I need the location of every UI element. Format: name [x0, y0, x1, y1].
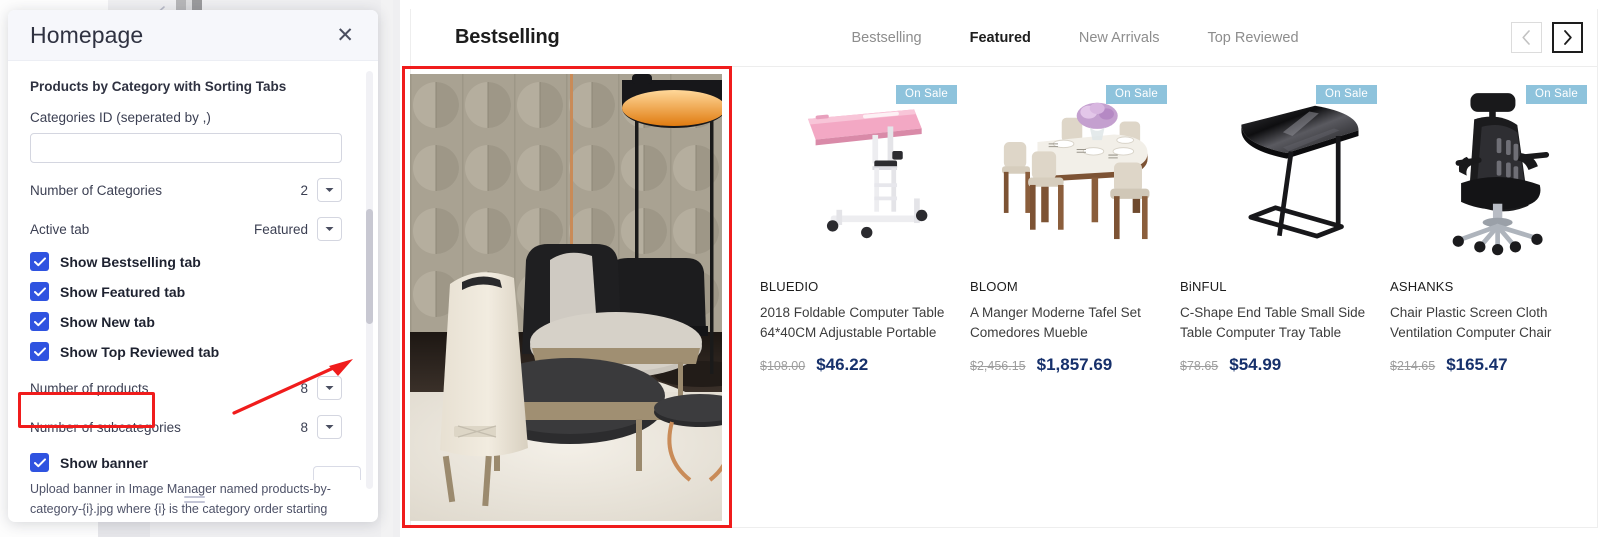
product-price-new: $46.22 [816, 354, 869, 374]
product-image: On Sale [1180, 81, 1383, 259]
category-banner[interactable] [402, 66, 736, 528]
row-value: 8 [300, 380, 308, 396]
checkbox-checked-icon[interactable] [30, 252, 49, 271]
product-price-old: $214.65 [1390, 358, 1436, 373]
tab-new-arrivals[interactable]: New Arrivals [1055, 30, 1184, 46]
row-label: Number of products [30, 380, 149, 396]
sorting-tabs: Bestselling Featured New Arrivals Top Re… [828, 30, 1323, 46]
banner-image [410, 74, 722, 521]
product-prices: $78.65 $54.99 [1180, 355, 1383, 375]
carousel-nav [1511, 22, 1583, 53]
checkbox-checked-icon[interactable] [30, 312, 49, 331]
panel-header: Homepage ✕ [8, 10, 378, 61]
product-brand: BiNFUL [1180, 279, 1227, 294]
product-price-old: $2,456.15 [970, 358, 1026, 373]
status-badge: On Sale [1526, 85, 1587, 104]
checkbox-row-show-banner[interactable]: Show banner [30, 453, 356, 472]
row-value: Featured [253, 221, 308, 237]
product-price-old: $78.65 [1180, 358, 1219, 373]
checkbox-checked-icon[interactable] [30, 282, 49, 301]
product-image: On Sale [1390, 81, 1593, 259]
product-card[interactable]: On Sale [1390, 81, 1593, 527]
checkbox-checked-icon[interactable] [30, 342, 49, 361]
status-badge: On Sale [1316, 85, 1377, 104]
row-control: 8 [300, 376, 342, 400]
product-price-old: $108.00 [760, 358, 806, 373]
storefront-body: On Sale BLUEDIO 2018 Foldable Computer T… [402, 66, 1597, 528]
product-brand: BLUEDIO [760, 279, 819, 294]
product-card[interactable]: On Sale [760, 81, 963, 527]
active-tab-dropdown[interactable] [317, 217, 342, 241]
checkbox-label: Show Top Reviewed tab [60, 343, 220, 360]
homepage-settings-panel: Homepage ✕ Products by Category with Sor… [8, 10, 378, 522]
categories-id-input[interactable] [30, 133, 342, 163]
number-of-subcategories-dropdown[interactable] [317, 415, 342, 439]
row-value: 8 [300, 419, 308, 435]
status-badge: On Sale [1106, 85, 1167, 104]
checkbox-label: Show banner [60, 454, 148, 471]
product-name[interactable]: Chair Plastic Screen Cloth Ventilation C… [1390, 303, 1593, 343]
product-prices: $214.65 $165.47 [1390, 355, 1593, 375]
product-image: On Sale [970, 81, 1173, 259]
section-title: Products by Category with Sorting Tabs [30, 79, 287, 94]
page-title: Homepage [30, 21, 144, 48]
checkbox-label: Show Bestselling tab [60, 253, 201, 270]
product-price-new: $54.99 [1229, 354, 1282, 374]
number-of-products-dropdown[interactable] [317, 376, 342, 400]
setting-row-number-of-products: Number of products 8 [30, 376, 342, 400]
setting-row-number-of-categories: Number of Categories 2 [30, 178, 342, 202]
checkbox-row-show-bestselling-tab[interactable]: Show Bestselling tab [30, 252, 356, 271]
storefront-preview: Bestselling Bestselling Featured New Arr… [402, 9, 1598, 528]
product-price-new: $165.47 [1446, 354, 1508, 374]
row-control: Featured [254, 217, 342, 241]
product-prices: $108.00 $46.22 [760, 355, 963, 375]
product-grid: On Sale BLUEDIO 2018 Foldable Computer T… [736, 67, 1607, 527]
product-card[interactable]: On Sale [970, 81, 1173, 527]
product-price-new: $1,857.69 [1036, 354, 1113, 374]
product-name[interactable]: C-Shape End Table Small Side Table Compu… [1180, 303, 1383, 343]
row-control: 2 [300, 178, 342, 202]
checkbox-label: Show Featured tab [60, 283, 186, 300]
checkbox-label: Show New tab [60, 313, 155, 330]
row-label: Number of Categories [30, 182, 163, 198]
storefront-title: Bestselling [455, 26, 560, 48]
setting-row-number-of-subcategories: Number of subcategories 8 [30, 415, 342, 439]
tab-bestselling[interactable]: Bestselling [828, 30, 946, 46]
product-name[interactable]: 2018 Foldable Computer Table 64*40CM Adj… [760, 303, 963, 343]
screen: Homepage ✕ Products by Category with Sor… [0, 0, 1607, 537]
close-icon[interactable]: ✕ [332, 23, 358, 48]
setting-row-active-tab: Active tab Featured [30, 217, 342, 241]
storefront-header: Bestselling Bestselling Featured New Arr… [411, 9, 1597, 67]
panel-body: Products by Category with Sorting Tabs C… [8, 61, 378, 516]
checkbox-row-show-featured-tab[interactable]: Show Featured tab [30, 282, 356, 301]
carousel-next-button[interactable] [1552, 22, 1583, 53]
panel-ghost-tab [313, 466, 361, 480]
product-prices: $2,456.15 $1,857.69 [970, 355, 1173, 375]
panel-resize-handle[interactable] [184, 496, 205, 505]
checkbox-row-show-top-reviewed-tab[interactable]: Show Top Reviewed tab [30, 342, 356, 361]
product-card[interactable]: On Sale [1180, 81, 1383, 527]
carousel-prev-button[interactable] [1511, 22, 1542, 53]
tab-top-reviewed[interactable]: Top Reviewed [1183, 30, 1322, 46]
tab-featured[interactable]: Featured [946, 30, 1055, 46]
product-brand: BLOOM [970, 279, 1018, 294]
checkbox-row-show-new-tab[interactable]: Show New tab [30, 312, 356, 331]
product-brand: ASHANKS [1390, 279, 1454, 294]
row-label: Number of subcategories [30, 419, 181, 435]
number-of-categories-dropdown[interactable] [317, 178, 342, 202]
checkbox-checked-icon[interactable] [30, 453, 49, 472]
row-value: 2 [300, 182, 308, 198]
categories-id-label: Categories ID (seperated by ,) [30, 110, 211, 125]
product-name[interactable]: A Manger Moderne Tafel Set Comedores Mue… [970, 303, 1173, 343]
row-control: 8 [300, 415, 342, 439]
product-image: On Sale [760, 81, 963, 259]
panel-scrollbar-thumb[interactable] [366, 209, 373, 324]
status-badge: On Sale [896, 85, 957, 104]
page-scrollbar-track[interactable] [381, 0, 772, 537]
row-label: Active tab [30, 221, 90, 237]
